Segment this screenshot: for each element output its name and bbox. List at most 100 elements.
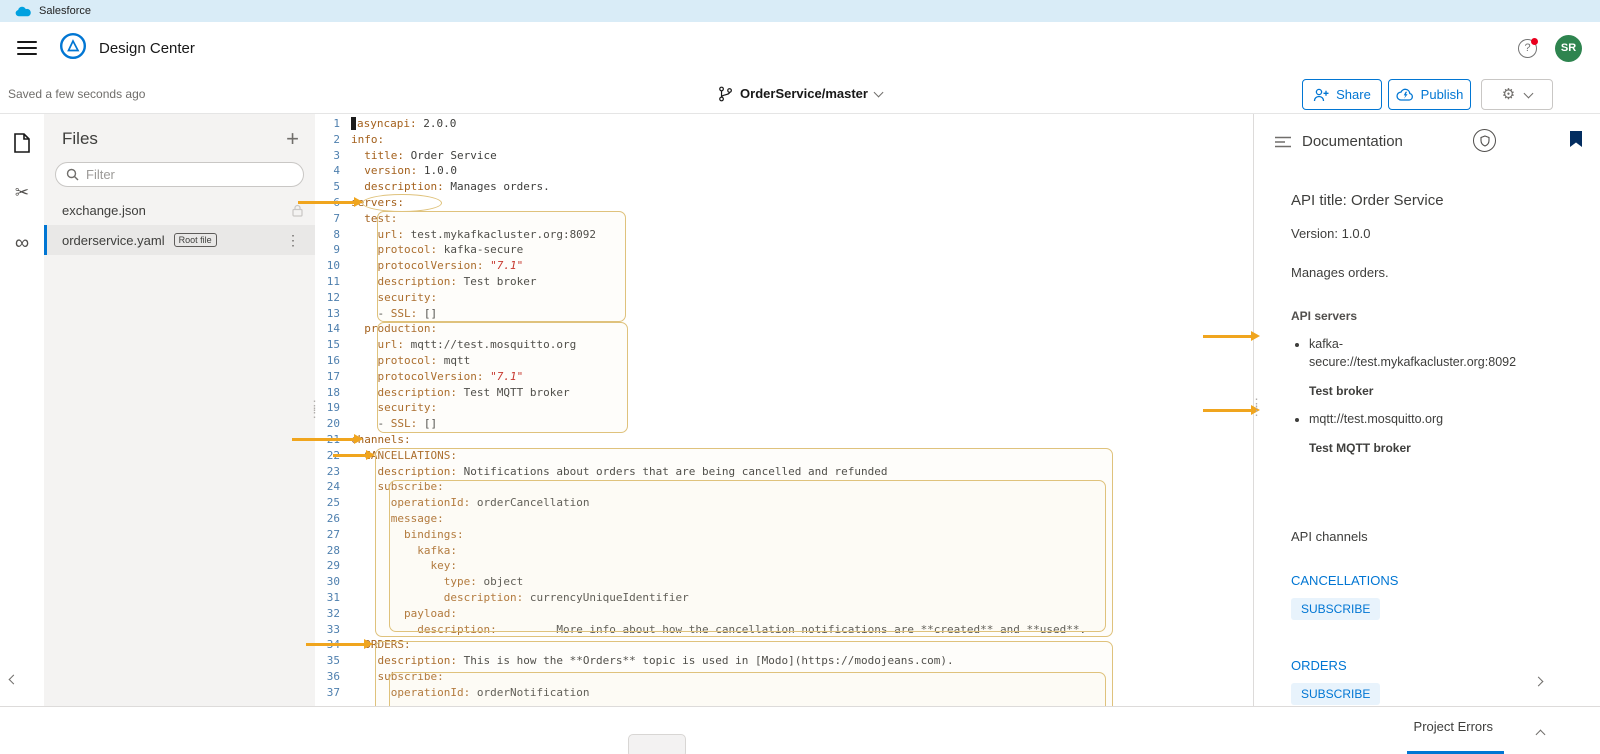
code-line[interactable]: 5 description: Manages orders.: [315, 179, 1253, 195]
line-number: 28: [326, 543, 340, 557]
code-line[interactable]: 12 security:: [315, 290, 1253, 306]
chevron-up-icon: [1535, 729, 1546, 740]
line-number: 17: [326, 369, 340, 383]
line-number: 8: [333, 227, 340, 241]
help-icon[interactable]: ?: [1518, 37, 1538, 58]
code-line[interactable]: 17 protocolVersion: "7.1": [315, 369, 1253, 385]
search-icon: [66, 168, 79, 181]
line-number: 10: [326, 259, 340, 273]
toc-icon[interactable]: [1275, 135, 1291, 153]
code-line[interactable]: 20 - SSL: []: [315, 416, 1253, 432]
server-url: kafka-secure://test.mykafkacluster.org:8…: [1309, 335, 1549, 371]
publish-button[interactable]: Publish: [1388, 79, 1471, 110]
code-line[interactable]: 28 kafka:: [315, 543, 1253, 559]
line-number: 9: [333, 243, 340, 257]
server-url: mqtt://test.mosquitto.org: [1309, 410, 1549, 428]
channel-link-orders[interactable]: ORDERS: [1291, 658, 1580, 673]
bookmark-icon[interactable]: [1569, 130, 1583, 153]
code-line[interactable]: 1 asyncapi: 2.0.0: [315, 116, 1253, 132]
kebab-menu-icon[interactable]: ⋮: [283, 232, 303, 249]
branch-selector[interactable]: OrderService/master: [718, 74, 884, 113]
code-line[interactable]: 33 description: More info about how the …: [315, 622, 1253, 638]
code-line[interactable]: 13 - SSL: []: [315, 306, 1253, 322]
line-number: 24: [326, 480, 340, 494]
collapse-panel-button[interactable]: [8, 670, 20, 685]
line-number: 31: [326, 590, 340, 604]
chevron-down-icon: [1523, 88, 1534, 98]
code-line[interactable]: 6 servers:: [315, 195, 1253, 211]
code-line[interactable]: 34 ORDERS:: [315, 637, 1253, 653]
settings-dropdown-button[interactable]: ⚙: [1481, 79, 1553, 110]
tab-project-errors[interactable]: Project Errors: [1414, 719, 1493, 734]
collapse-errors-button[interactable]: [1535, 725, 1546, 743]
subscribe-badge[interactable]: SUBSCRIBE: [1291, 683, 1381, 705]
code-line[interactable]: 30 type: object: [315, 574, 1253, 590]
code-line[interactable]: 3 title: Order Service: [315, 148, 1253, 164]
server-list: mqtt://test.mosquitto.org: [1297, 410, 1580, 428]
line-number: 30: [326, 575, 340, 589]
expand-panel-button[interactable]: [1533, 672, 1545, 687]
filter-input[interactable]: [86, 167, 293, 182]
doc-panel-header: Documentation: [1254, 114, 1600, 166]
code-line[interactable]: 36 subscribe:: [315, 669, 1253, 685]
line-number: 19: [326, 401, 340, 415]
code-line[interactable]: 24 subscribe:: [315, 479, 1253, 495]
avatar[interactable]: SR: [1555, 34, 1582, 62]
code-line[interactable]: 7 test:: [315, 211, 1253, 227]
shield-icon[interactable]: [1473, 129, 1496, 152]
line-number: 29: [326, 559, 340, 573]
code-line[interactable]: 37 operationId: orderNotification: [315, 685, 1253, 701]
code-line[interactable]: 25 operationId: orderCancellation: [315, 495, 1253, 511]
root-file-badge: Root file: [173, 233, 217, 247]
files-rail-icon[interactable]: [0, 122, 44, 164]
subscribe-badge[interactable]: SUBSCRIBE: [1291, 598, 1381, 620]
api-rail-icon[interactable]: ∞: [0, 222, 44, 264]
api-servers-heading: API servers: [1291, 309, 1358, 323]
share-button[interactable]: Share: [1302, 79, 1382, 110]
file-item-orderservice-yaml[interactable]: orderservice.yaml Root file ⋮: [44, 225, 315, 255]
api-title: API title: Order Service: [1291, 192, 1444, 209]
code-line[interactable]: 26 message:: [315, 511, 1253, 527]
code-line[interactable]: 11 description: Test broker: [315, 274, 1253, 290]
code-line[interactable]: 27 bindings:: [315, 527, 1253, 543]
documentation-panel: Documentation API title: Order Service V…: [1253, 114, 1600, 706]
file-icon: [14, 133, 30, 153]
hamburger-menu-icon[interactable]: [17, 37, 37, 59]
status-pill[interactable]: [628, 734, 686, 754]
code-line[interactable]: 29 key:: [315, 558, 1253, 574]
infinity-icon: ∞: [14, 231, 30, 254]
design-rail-icon[interactable]: ✂: [0, 172, 44, 214]
line-number: 16: [326, 353, 340, 367]
code-line[interactable]: 16 protocol: mqtt: [315, 353, 1253, 369]
code-line[interactable]: 23 description: Notifications about orde…: [315, 464, 1253, 480]
file-item-exchange-json[interactable]: exchange.json: [44, 195, 315, 225]
code-line[interactable]: 18 description: Test MQTT broker: [315, 385, 1253, 401]
code-line[interactable]: 21 channels:: [315, 432, 1253, 448]
code-line[interactable]: 10 protocolVersion: "7.1": [315, 258, 1253, 274]
code-line[interactable]: 32 payload:: [315, 606, 1253, 622]
line-number: 37: [326, 685, 340, 699]
code-line[interactable]: 22 CANCELLATIONS:: [315, 448, 1253, 464]
channel-link-cancellations[interactable]: CANCELLATIONS: [1291, 573, 1580, 588]
file-filter-box[interactable]: [55, 162, 304, 187]
code-editor[interactable]: 1 asyncapi: 2.0.0 2 info: 3 title: Order Ser…: [315, 114, 1253, 706]
bottom-bar: Project Errors: [0, 706, 1600, 754]
code-line[interactable]: 4 version: 1.0.0: [315, 163, 1253, 179]
add-file-button[interactable]: +: [286, 128, 299, 150]
line-number: 11: [326, 274, 340, 288]
code-line[interactable]: 15 url: mqtt://test.mosquitto.org: [315, 337, 1253, 353]
server-description: Test broker: [1309, 384, 1374, 398]
code-line[interactable]: 9 protocol: kafka-secure: [315, 242, 1253, 258]
code-line[interactable]: 31 description: currencyUniqueIdentifier: [315, 590, 1253, 606]
code-line[interactable]: 8 url: test.mykafkacluster.org:8092: [315, 227, 1253, 243]
code-line[interactable]: 14 production:: [315, 321, 1253, 337]
files-panel-title: Files: [62, 129, 98, 148]
code-line[interactable]: 2 info:: [315, 132, 1253, 148]
server-description: Test MQTT broker: [1309, 441, 1411, 455]
code-line[interactable]: 19 security:: [315, 400, 1253, 416]
brand-label: Salesforce: [39, 5, 91, 17]
line-number: 12: [326, 290, 340, 304]
line-number: 36: [326, 669, 340, 683]
design-center-logo[interactable]: [59, 32, 87, 65]
code-line[interactable]: 35 description: This is how the **Orders…: [315, 653, 1253, 669]
